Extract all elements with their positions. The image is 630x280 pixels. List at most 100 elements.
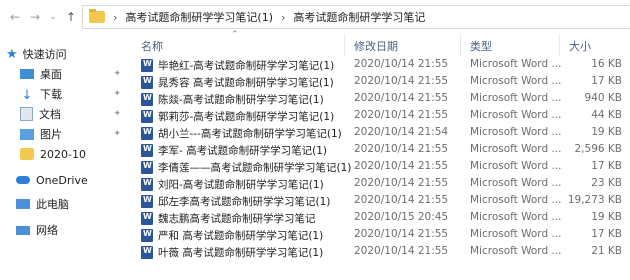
word-document-icon xyxy=(141,178,153,191)
file-size: 17 KB xyxy=(591,75,622,87)
word-document-icon xyxy=(141,76,153,89)
file-row[interactable]: 叶薇 高考试题命制研学学习笔记(1) 2020/10/14 21:55 Micr… xyxy=(127,243,630,260)
file-name: 晁秀容 高考试题命制研学学习笔记(1) xyxy=(158,77,334,89)
forward-arrow-icon[interactable]: → xyxy=(26,8,44,26)
column-header-type[interactable]: 类型 xyxy=(470,38,492,54)
sidebar-item-pictures[interactable]: 图片 ✦ xyxy=(20,124,127,144)
column-header-row: ⌃ 名称 修改日期 类型 大小 xyxy=(127,30,630,56)
word-document-icon xyxy=(141,229,153,242)
file-row[interactable]: 李军- 高考试题命制研学学习笔记(1) 2020/10/14 21:55 Mic… xyxy=(127,141,630,158)
file-date: 2020/10/14 21:55 xyxy=(354,160,449,172)
file-size: 2,596 KB xyxy=(574,143,623,155)
word-document-icon xyxy=(141,144,153,157)
file-name: 郭莉莎-高考试题命制研学学习笔记(1) xyxy=(158,111,335,123)
file-row[interactable]: 陈燚-高考试题命制研学学习笔记(1) 2020/10/14 21:55 Micr… xyxy=(127,90,630,107)
file-size: 19 KB xyxy=(591,211,622,223)
sidebar-item-label: 2020-10 xyxy=(40,147,86,161)
file-type: Microsoft Word ... xyxy=(470,92,562,104)
cloud-icon xyxy=(16,176,30,184)
sidebar-item-label: 桌面 xyxy=(40,68,62,81)
file-row[interactable]: 刘阳-高考试题命制研学学习笔记(1) 2020/10/14 21:55 Micr… xyxy=(127,175,630,192)
sidebar-item-onedrive[interactable]: OneDrive xyxy=(16,170,143,190)
folder-icon xyxy=(20,148,34,160)
file-row[interactable]: 李倩莲——高考试题命制研学学习笔记(1) 2020/10/14 21:55 Mi… xyxy=(127,158,630,175)
file-date: 2020/10/14 21:55 xyxy=(354,92,449,104)
file-date: 2020/10/14 21:55 xyxy=(354,228,449,240)
breadcrumb-item[interactable]: 高考试题命制研学学习笔记 xyxy=(293,9,425,25)
folder-icon xyxy=(89,9,105,23)
sidebar-item-label: 快速访问 xyxy=(22,48,67,61)
file-size: 17 KB xyxy=(591,160,622,172)
sidebar-item-network[interactable]: 网络 xyxy=(16,220,143,240)
word-document-icon xyxy=(141,246,153,259)
pin-icon[interactable]: ✦ xyxy=(113,109,121,119)
pictures-icon xyxy=(20,128,34,140)
desktop-icon xyxy=(20,69,34,79)
file-row[interactable]: 晁秀容 高考试题命制研学学习笔记(1) 2020/10/14 21:55 Mic… xyxy=(127,73,630,90)
file-name: 胡小兰---高考试题命制研学学习笔记(1) xyxy=(158,128,342,140)
word-document-icon xyxy=(141,127,153,140)
file-name: 严和 高考试题命制研学学习笔记(1) xyxy=(158,230,324,242)
file-row[interactable]: 郭莉莎-高考试题命制研学学习笔记(1) 2020/10/14 21:55 Mic… xyxy=(127,107,630,124)
column-header-date[interactable]: 修改日期 xyxy=(354,38,398,54)
file-name: 李倩莲——高考试题命制研学学习笔记(1) xyxy=(158,162,352,174)
column-header-name[interactable]: 名称 xyxy=(141,38,163,54)
file-row[interactable]: 胡小兰---高考试题命制研学学习笔记(1) 2020/10/14 21:54 M… xyxy=(127,124,630,141)
sidebar-item-label: 图片 xyxy=(40,128,62,141)
file-size: 19,273 KB xyxy=(567,194,622,206)
file-name-cell: 刘阳-高考试题命制研学学习笔记(1) xyxy=(141,177,324,192)
sidebar-item-label: OneDrive xyxy=(36,173,88,187)
sidebar-item-quick-access[interactable]: ★ 快速访问 xyxy=(6,44,133,64)
documents-icon xyxy=(20,107,33,121)
column-divider[interactable] xyxy=(344,34,345,56)
navigation-pane: ★ 快速访问 桌面 ✦ ↓ 下载 ✦ 文档 ✦ 图片 ✦ 2020-10 One… xyxy=(0,34,127,280)
word-document-icon xyxy=(141,93,153,106)
file-name: 李军- 高考试题命制研学学习笔记(1) xyxy=(158,145,327,157)
file-type: Microsoft Word ... xyxy=(470,177,562,189)
file-date: 2020/10/14 21:55 xyxy=(354,245,449,257)
address-bar[interactable]: › 高考试题命制研学学习笔记(1) › 高考试题命制研学学习笔记 xyxy=(82,5,630,29)
breadcrumb-separator-icon[interactable]: › xyxy=(113,11,117,24)
file-name-cell: 郭莉莎-高考试题命制研学学习笔记(1) xyxy=(141,109,334,124)
address-bar-area: ← → ⌄ ↑ › 高考试题命制研学学习笔记(1) › 高考试题命制研学学习笔记 xyxy=(0,0,630,34)
file-name-cell: 李军- 高考试题命制研学学习笔记(1) xyxy=(141,143,327,158)
file-name: 毕艳红-高考试题命制研学学习笔记(1) xyxy=(158,60,335,72)
file-name-cell: 李倩莲——高考试题命制研学学习笔记(1) xyxy=(141,160,351,175)
file-type: Microsoft Word ... xyxy=(470,194,562,206)
file-date: 2020/10/14 21:55 xyxy=(354,75,449,87)
column-divider[interactable] xyxy=(559,34,560,56)
download-icon: ↓ xyxy=(21,88,33,103)
sidebar-item-documents[interactable]: 文档 ✦ xyxy=(20,104,127,124)
file-row[interactable]: 魏志鹏高考试题命制研学学习笔记 2020/10/15 20:45 Microso… xyxy=(127,209,630,226)
file-type: Microsoft Word ... xyxy=(470,228,562,240)
up-arrow-icon[interactable]: ↑ xyxy=(62,8,80,26)
pin-icon[interactable]: ✦ xyxy=(113,89,121,99)
sidebar-item-2020-10[interactable]: 2020-10 xyxy=(20,144,127,164)
file-size: 17 KB xyxy=(591,228,622,240)
file-size: 21 KB xyxy=(591,245,622,257)
sidebar-item-desktop[interactable]: 桌面 ✦ xyxy=(20,64,127,84)
back-arrow-icon[interactable]: ← xyxy=(6,8,24,26)
file-row[interactable]: 毕艳红-高考试题命制研学学习笔记(1) 2020/10/14 21:55 Mic… xyxy=(127,56,630,73)
file-type: Microsoft Word ... xyxy=(470,109,562,121)
file-row[interactable]: 邱左李高考试题命制研学学习笔记(1) 2020/10/14 21:55 Micr… xyxy=(127,192,630,209)
pin-icon[interactable]: ✦ xyxy=(113,129,121,139)
sidebar-item-this-pc[interactable]: 此电脑 xyxy=(16,194,143,214)
file-name: 刘阳-高考试题命制研学学习笔记(1) xyxy=(158,179,324,191)
breadcrumb-separator-icon[interactable]: › xyxy=(281,11,285,24)
file-name: 陈燚-高考试题命制研学学习笔记(1) xyxy=(158,94,324,106)
file-date: 2020/10/14 21:55 xyxy=(354,58,449,70)
file-row[interactable]: 严和 高考试题命制研学学习笔记(1) 2020/10/14 21:55 Micr… xyxy=(127,226,630,243)
computer-icon xyxy=(16,199,30,209)
file-size: 16 KB xyxy=(591,58,622,70)
sidebar-item-label: 文档 xyxy=(39,108,61,121)
column-divider[interactable] xyxy=(460,34,461,56)
pin-icon[interactable]: ✦ xyxy=(113,69,121,79)
breadcrumb-item[interactable]: 高考试题命制研学学习笔记(1) xyxy=(125,9,273,25)
recent-locations-chevron-icon[interactable]: ⌄ xyxy=(44,8,62,26)
file-date: 2020/10/14 21:55 xyxy=(354,109,449,121)
file-name-cell: 晁秀容 高考试题命制研学学习笔记(1) xyxy=(141,75,334,90)
column-header-size[interactable]: 大小 xyxy=(569,38,591,54)
word-document-icon xyxy=(141,110,153,123)
sidebar-item-downloads[interactable]: ↓ 下载 ✦ xyxy=(20,84,127,104)
